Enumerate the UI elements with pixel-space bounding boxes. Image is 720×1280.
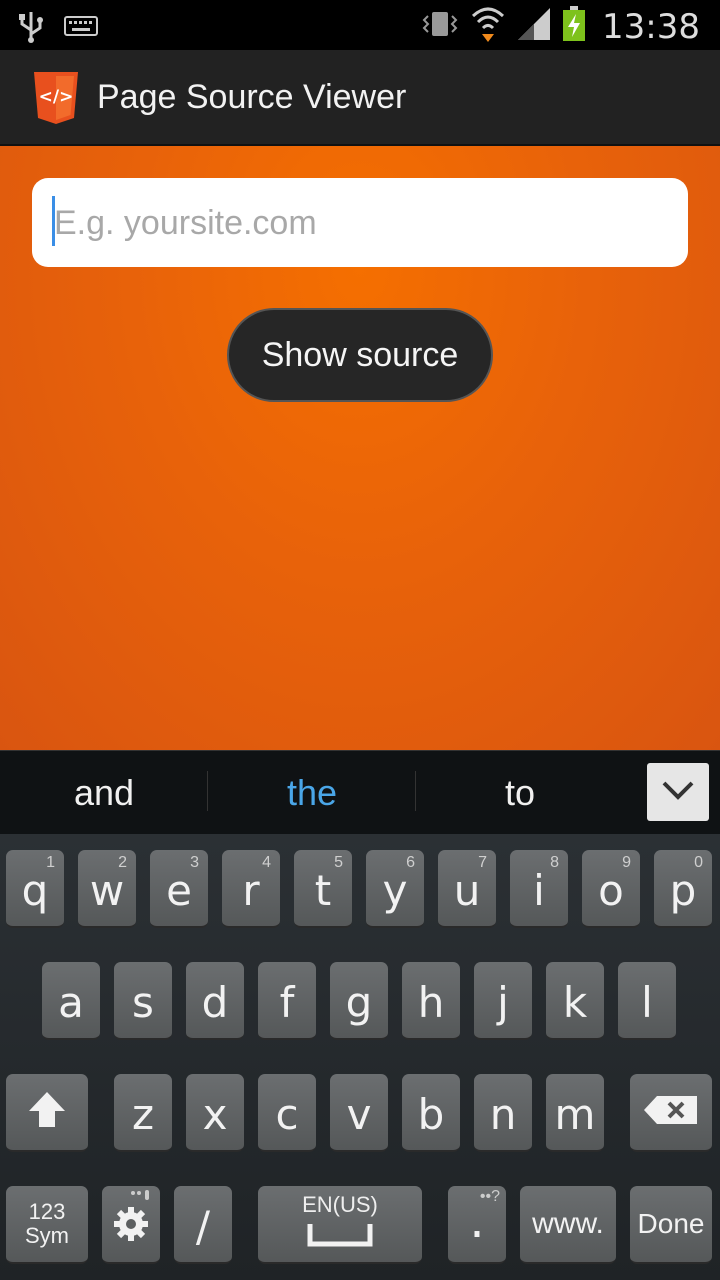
symbols-label-top: 123: [28, 1199, 66, 1224]
key-t[interactable]: t5: [294, 850, 352, 928]
key-e[interactable]: e3: [150, 850, 208, 928]
show-source-button[interactable]: Show source: [227, 308, 493, 402]
key-o[interactable]: o9: [582, 850, 640, 928]
key-a[interactable]: a: [42, 962, 100, 1040]
key-slash[interactable]: /: [174, 1186, 232, 1264]
key-z[interactable]: z: [114, 1074, 172, 1152]
www-key[interactable]: www.: [520, 1186, 616, 1264]
backspace-icon: [643, 1095, 699, 1130]
key-b[interactable]: b: [402, 1074, 460, 1152]
main-content: E.g. yoursite.com Show source: [0, 146, 720, 750]
key-f[interactable]: f: [258, 962, 316, 1040]
key-m[interactable]: m: [546, 1074, 604, 1152]
signal-icon: [516, 6, 552, 47]
period-hint: ••?: [479, 1188, 500, 1205]
symbols-key[interactable]: 123 Sym: [6, 1186, 88, 1264]
suggestion-item[interactable]: to: [416, 751, 624, 835]
collapse-suggestions-button[interactable]: [647, 763, 709, 821]
key-n[interactable]: n: [474, 1074, 532, 1152]
app-logo-icon: </>: [32, 70, 80, 126]
done-key[interactable]: Done: [630, 1186, 712, 1264]
key-s[interactable]: s: [114, 962, 172, 1040]
key-l[interactable]: l: [618, 962, 676, 1040]
key-i[interactable]: i8: [510, 850, 568, 928]
key-p[interactable]: p0: [654, 850, 712, 928]
app-title: Page Source Viewer: [97, 78, 407, 116]
backspace-key[interactable]: [630, 1074, 712, 1152]
symbols-label-bottom: Sym: [25, 1223, 69, 1248]
key-h[interactable]: h: [402, 962, 460, 1040]
vibrate-icon: [420, 8, 460, 45]
suggestion-strip: and the to: [0, 750, 720, 834]
key-q[interactable]: q1: [6, 850, 64, 928]
space-bar-icon: [307, 1222, 373, 1253]
key-j[interactable]: j: [474, 962, 532, 1040]
soft-keyboard: q1 w2 e3 r4 t5 y6 u7 i8 o9 p0 a s d f g …: [0, 834, 720, 1280]
shift-key[interactable]: [6, 1074, 88, 1152]
mic-icon: [130, 1189, 152, 1212]
svg-text:</>: </>: [39, 87, 74, 107]
battery-charging-icon: [562, 6, 586, 47]
url-placeholder: E.g. yoursite.com: [54, 204, 317, 242]
key-y[interactable]: y6: [366, 850, 424, 928]
space-language-label: EN(US): [302, 1192, 378, 1217]
key-k[interactable]: k: [546, 962, 604, 1040]
action-bar: </> Page Source Viewer: [0, 50, 720, 146]
key-d[interactable]: d: [186, 962, 244, 1040]
shift-arrow-icon: [26, 1089, 68, 1136]
key-g[interactable]: g: [330, 962, 388, 1040]
suggestion-item[interactable]: and: [0, 751, 208, 835]
url-input[interactable]: E.g. yoursite.com: [32, 178, 688, 267]
key-v[interactable]: v: [330, 1074, 388, 1152]
key-r[interactable]: r4: [222, 850, 280, 928]
wifi-icon: [470, 4, 506, 49]
chevron-down-icon: [660, 778, 696, 807]
keyboard-icon: [64, 16, 98, 41]
key-x[interactable]: x: [186, 1074, 244, 1152]
key-c[interactable]: c: [258, 1074, 316, 1152]
status-bar: 13:38: [0, 0, 720, 50]
settings-key[interactable]: [102, 1186, 160, 1264]
key-w[interactable]: w2: [78, 850, 136, 928]
suggestion-item-highlighted[interactable]: the: [208, 751, 416, 835]
space-key[interactable]: EN(US): [258, 1186, 422, 1264]
usb-icon: [16, 8, 46, 49]
key-period[interactable]: . ••?: [448, 1186, 506, 1264]
key-u[interactable]: u7: [438, 850, 496, 928]
clock: 13:38: [602, 6, 700, 47]
